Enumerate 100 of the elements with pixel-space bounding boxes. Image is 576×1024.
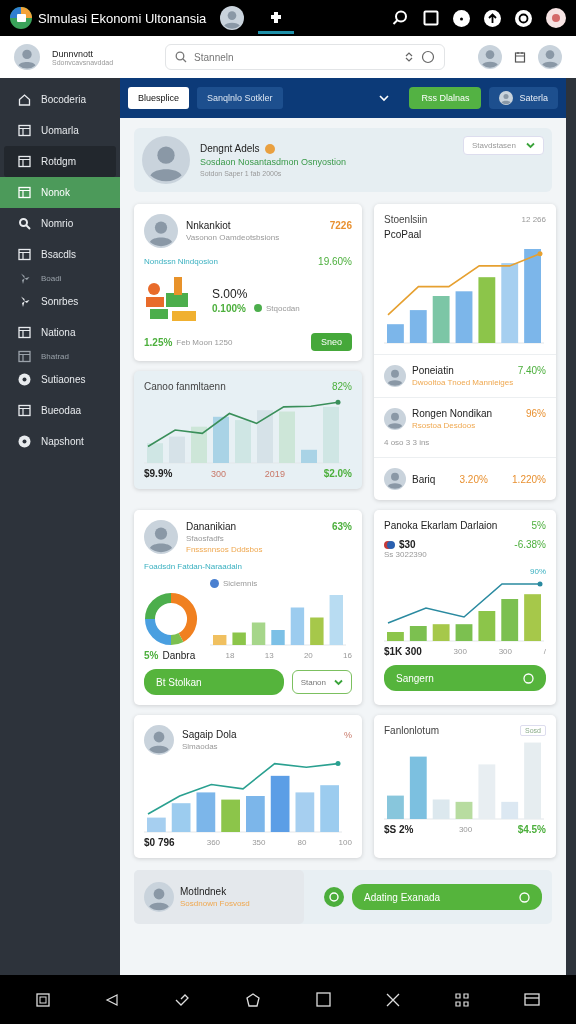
avatar-placeholder: [144, 725, 174, 755]
peak-label: 90%: [530, 567, 546, 576]
chevron-down-icon[interactable]: [379, 94, 390, 102]
chart-bar: [213, 635, 227, 645]
card-icon[interactable]: [524, 993, 541, 1006]
sidebar-item[interactable]: Bsacdls: [0, 239, 120, 270]
search-icon: [18, 217, 31, 230]
change-value: -6.38%: [514, 539, 546, 550]
card-value: %: [344, 729, 352, 740]
dropdown[interactable]: Stanon: [291, 670, 352, 694]
legend-dot-icon: [210, 579, 219, 588]
calendar-icon: [18, 124, 31, 137]
row-value: 1.220%: [512, 473, 546, 485]
amount: $30: [399, 539, 416, 550]
calendar-icon: [18, 326, 31, 339]
sidebar-item[interactable]: Rotdgm: [4, 146, 116, 177]
stat-value: $4.5%: [517, 824, 546, 835]
chart-bar: [455, 291, 473, 343]
square-icon[interactable]: [316, 992, 332, 1007]
stat-value: /: [543, 647, 546, 656]
chart-bar: [301, 449, 317, 463]
chart-bar: [295, 792, 315, 832]
grid-icon[interactable]: [455, 992, 470, 1007]
chart-bar: [387, 795, 404, 819]
stat-value: $2.0%: [323, 468, 352, 479]
chart-bar: [501, 599, 519, 641]
sidebar-item[interactable]: Sutiaones: [0, 364, 120, 395]
chart-point: [537, 581, 543, 587]
dot-circle-icon: [18, 435, 31, 448]
tab[interactable]: Bluesplice: [128, 87, 190, 109]
chart-bar: [387, 632, 404, 641]
chart-bar: [213, 416, 229, 463]
legend-dot-icon: [253, 304, 262, 312]
home-icon[interactable]: [244, 991, 261, 1008]
avatar-placeholder: [384, 365, 406, 387]
stat-value: $S 2%: [384, 824, 414, 835]
list-row[interactable]: Bariq 3.20% 1.220%: [374, 457, 556, 500]
sidebar-item[interactable]: Boadi: [0, 270, 120, 286]
axis-label: 18: [225, 651, 235, 660]
stat-value: 80: [297, 838, 307, 847]
chart-bar: [232, 632, 246, 645]
sidebar-item[interactable]: Nationa: [0, 317, 120, 348]
tab[interactable]: Sanqlnlo Sotkler: [197, 87, 283, 109]
chart-point: [335, 761, 341, 767]
chart-bar: [524, 594, 541, 641]
dot-pair-icon: [384, 540, 395, 549]
upload-circle-icon[interactable]: [484, 9, 501, 27]
list-row[interactable]: Rongen Nondikan 96% Rsostoa Desdoos 4 oso 3 3 ins: [374, 397, 556, 457]
sort-icon[interactable]: [405, 51, 414, 63]
sidebar-item[interactable]: Napshont: [0, 426, 120, 457]
chart-point: [537, 251, 543, 257]
app-logo-icon: [10, 7, 32, 29]
chart-bar: [147, 817, 166, 832]
contact-note: Sosdnown Fosvosd: [180, 899, 251, 908]
chart-bar: [432, 624, 450, 641]
avatar-placeholder: [384, 468, 406, 490]
sidebar-item[interactable]: Bhatrad: [0, 348, 120, 364]
chart-bar: [196, 792, 216, 832]
amount: S.00%: [212, 286, 249, 301]
stat-value: $9.9%: [144, 468, 173, 479]
back-icon[interactable]: [104, 992, 119, 1007]
chart-bar: [279, 411, 295, 463]
user-button[interactable]: Saterla: [489, 87, 558, 109]
row-name: Bariq: [412, 473, 436, 485]
change-value: 0.100%: [212, 302, 246, 314]
user-name: Dunnvnott: [52, 48, 95, 59]
card-title: Canoo fanmltaenn: [144, 381, 226, 392]
dot-circle-icon[interactable]: [453, 9, 470, 27]
card-count: 12 266: [521, 215, 546, 224]
chart-bar: [147, 443, 163, 463]
circle-icon: [523, 672, 534, 684]
stat-value: 360: [206, 838, 221, 847]
sidebar-item[interactable]: Uomarla: [0, 115, 120, 146]
circle-icon[interactable]: [421, 50, 436, 64]
sidebar-item[interactable]: Bueodaa: [0, 395, 120, 426]
card-meta: Ss 3022390: [384, 550, 428, 559]
axis-label: 20: [303, 651, 313, 660]
app-title: Slmulasi Ekonomi Ultonansia: [38, 10, 207, 26]
scrollbar[interactable]: [566, 78, 576, 975]
flower-circle-icon[interactable]: [546, 8, 566, 28]
search-field[interactable]: Stanneln: [165, 44, 446, 70]
sidebar-item[interactable]: Bocoderia: [0, 84, 120, 115]
close-icon[interactable]: [386, 992, 401, 1007]
chart-bar: [290, 607, 305, 645]
sidebar-item[interactable]: Sonrbes: [0, 286, 120, 317]
calendar-icon[interactable]: [514, 51, 526, 63]
search-icon[interactable]: [391, 9, 409, 27]
circle-icon: [519, 891, 530, 903]
stat-value: 350: [252, 838, 266, 847]
metric-value: 19.60%: [318, 256, 352, 267]
avatar-placeholder: [384, 408, 406, 430]
chart-bar: [432, 296, 450, 343]
chat-circle-icon[interactable]: [515, 9, 532, 27]
card-value: 5%: [531, 520, 546, 531]
calendar-icon: [18, 404, 31, 417]
sidebar-item[interactable]: Nomrio: [0, 208, 120, 239]
list-row[interactable]: Poneiatin 7.40% Dwooltoa Tnoed Mannleiges: [374, 354, 556, 397]
axis-label: 16: [343, 651, 352, 660]
square-icon[interactable]: [35, 992, 50, 1007]
avatar-placeholder: [144, 520, 178, 554]
